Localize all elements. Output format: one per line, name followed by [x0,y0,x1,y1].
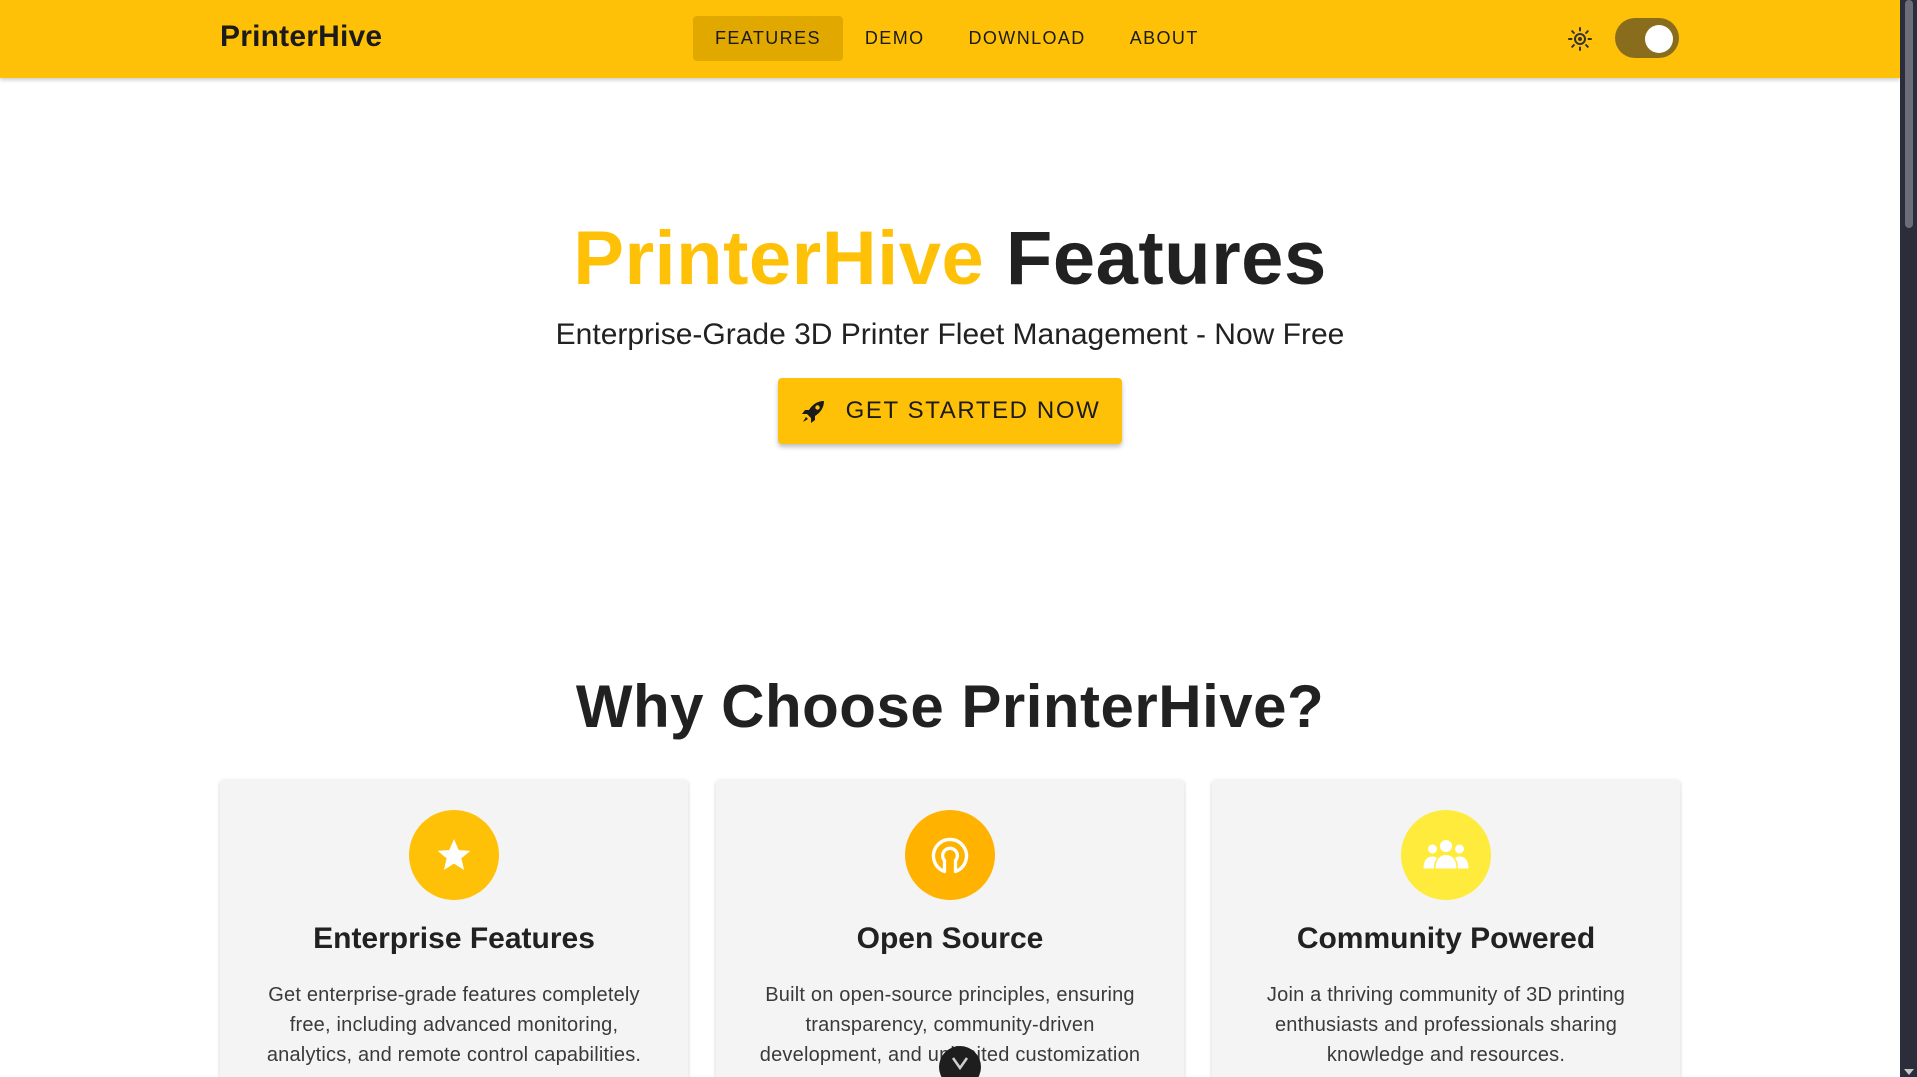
card-title: Community Powered [1296,922,1596,955]
nav-about[interactable]: ABOUT [1108,16,1221,61]
card-text: Join a thriving community of 3D printing… [1266,984,1626,1066]
app-bar: PrinterHive FEATURES DEMO DOWNLOAD ABOUT [0,0,1900,78]
star-icon-badge [409,810,499,900]
community-icon-badge [1401,810,1491,900]
hero-subtitle: Enterprise-Grade 3D Printer Fleet Manage… [555,318,1345,351]
page: PrinterHive FEATURES DEMO DOWNLOAD ABOUT [0,0,1900,1077]
community-icon [1423,840,1469,869]
vue-logo-icon [951,1057,969,1070]
card-title: Open Source [856,922,1044,955]
star-icon [437,839,471,870]
hero-title-rest: Features [1005,216,1327,301]
hero-title: PrinterHive Features [0,215,1900,302]
scroll-down-arrow[interactable] [1904,1069,1914,1075]
section-title: Why Choose PrinterHive? [575,673,1325,740]
vertical-scrollbar[interactable] [1900,0,1917,1077]
get-started-button[interactable]: GET STARTED NOW [778,378,1122,444]
rocket-icon [801,401,824,423]
brightness-icon [1568,27,1592,51]
brand-logo[interactable]: PrinterHive [220,20,382,54]
scrollbar-thumb[interactable] [1905,0,1913,228]
open-source-icon [931,837,969,874]
card-text: Get enterprise-grade features completely… [266,984,642,1066]
nav-demo[interactable]: DEMO [843,16,947,61]
toggle-knob [1645,25,1673,53]
main-nav: FEATURES DEMO DOWNLOAD ABOUT [693,16,1221,61]
feature-card-open-source: Open Source Built on open-source princip… [716,780,1184,1077]
nav-features[interactable]: FEATURES [693,16,843,61]
feature-card-enterprise: Enterprise Features Get enterprise-grade… [220,780,688,1077]
open-source-icon-badge [905,810,995,900]
theme-toggle[interactable] [1615,18,1679,58]
nav-download[interactable]: DOWNLOAD [947,16,1108,61]
get-started-label: GET STARTED NOW [845,397,1101,424]
hero-title-accent: PrinterHive [573,216,985,301]
feature-card-community: Community Powered Join a thriving commun… [1212,780,1680,1077]
card-title: Enterprise Features [313,922,595,955]
